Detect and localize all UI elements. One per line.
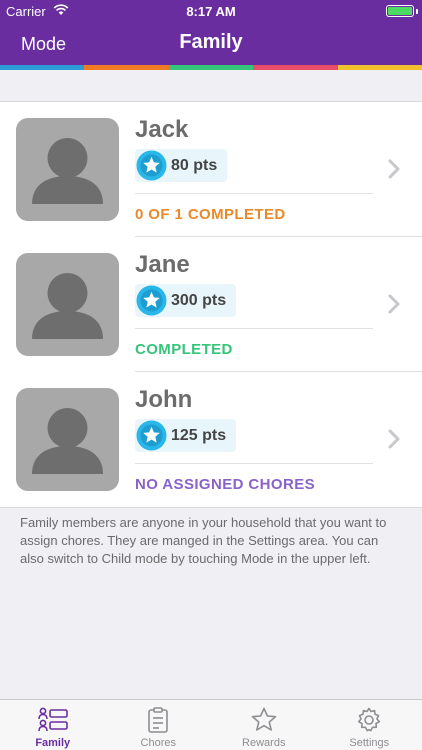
star-icon [136,150,167,181]
family-member-row[interactable]: Jack 80 pts 0 OF 1 COMPLETED [0,102,422,237]
battery-icon [386,5,414,17]
row-divider [135,463,373,464]
help-text: Family members are anyone in your househ… [20,515,387,566]
points-label: 125 pts [171,427,227,444]
page-title: Family [179,31,243,53]
tab-chores[interactable]: Chores [106,700,212,750]
chore-status: 0 OF 1 COMPLETED [135,206,286,223]
chore-status: COMPLETED [135,341,233,358]
clipboard-icon [148,707,169,733]
rainbow-stripe [0,65,422,70]
family-member-row[interactable]: Jane 300 pts COMPLETED [0,237,422,372]
stripe-orange [84,65,169,70]
member-name: Jane [135,251,190,278]
chevron-right-icon [388,429,400,449]
clock: 8:17 AM [186,4,236,19]
stripe-green [168,65,254,70]
stripe-blue [0,65,85,70]
family-icon [37,707,68,732]
tab-label: Rewards [242,737,286,749]
tab-label: Chores [140,737,176,749]
avatar-placeholder-icon [16,118,119,221]
points-badge: 125 pts [135,419,237,452]
chevron-right-icon [388,294,400,314]
family-member-list: Jack 80 pts 0 OF 1 COMPLETED Jane 300 pt… [0,101,422,508]
tab-label: Family [35,737,71,749]
tab-rewards[interactable]: Rewards [211,700,317,750]
row-divider [135,193,373,194]
member-name: John [135,386,193,413]
row-divider [135,328,373,329]
star-icon [136,420,167,451]
tab-bar: Family Chores Rewards Settings [0,699,422,750]
tab-settings[interactable]: Settings [317,700,422,750]
avatar-placeholder-icon [16,388,119,491]
navigation-bar: Mode Family [0,22,422,65]
star-icon [251,707,277,731]
chevron-right-icon [388,159,400,179]
stripe-yellow [337,65,422,70]
points-badge: 300 pts [135,284,237,317]
battery-tip [416,9,418,14]
family-member-row[interactable]: John 125 pts NO ASSIGNED CHORES [0,372,422,507]
gear-icon [358,707,381,732]
points-label: 300 pts [171,292,227,309]
member-name: Jack [135,116,189,143]
stripe-red [253,65,338,70]
status-bar: Carrier 8:17 AM [0,0,422,22]
star-icon [136,285,167,316]
points-label: 80 pts [171,157,218,174]
tab-family[interactable]: Family [0,700,106,750]
tab-label: Settings [349,737,390,749]
avatar-placeholder-icon [16,253,119,356]
points-badge: 80 pts [135,149,228,182]
chore-status: NO ASSIGNED CHORES [135,476,316,493]
